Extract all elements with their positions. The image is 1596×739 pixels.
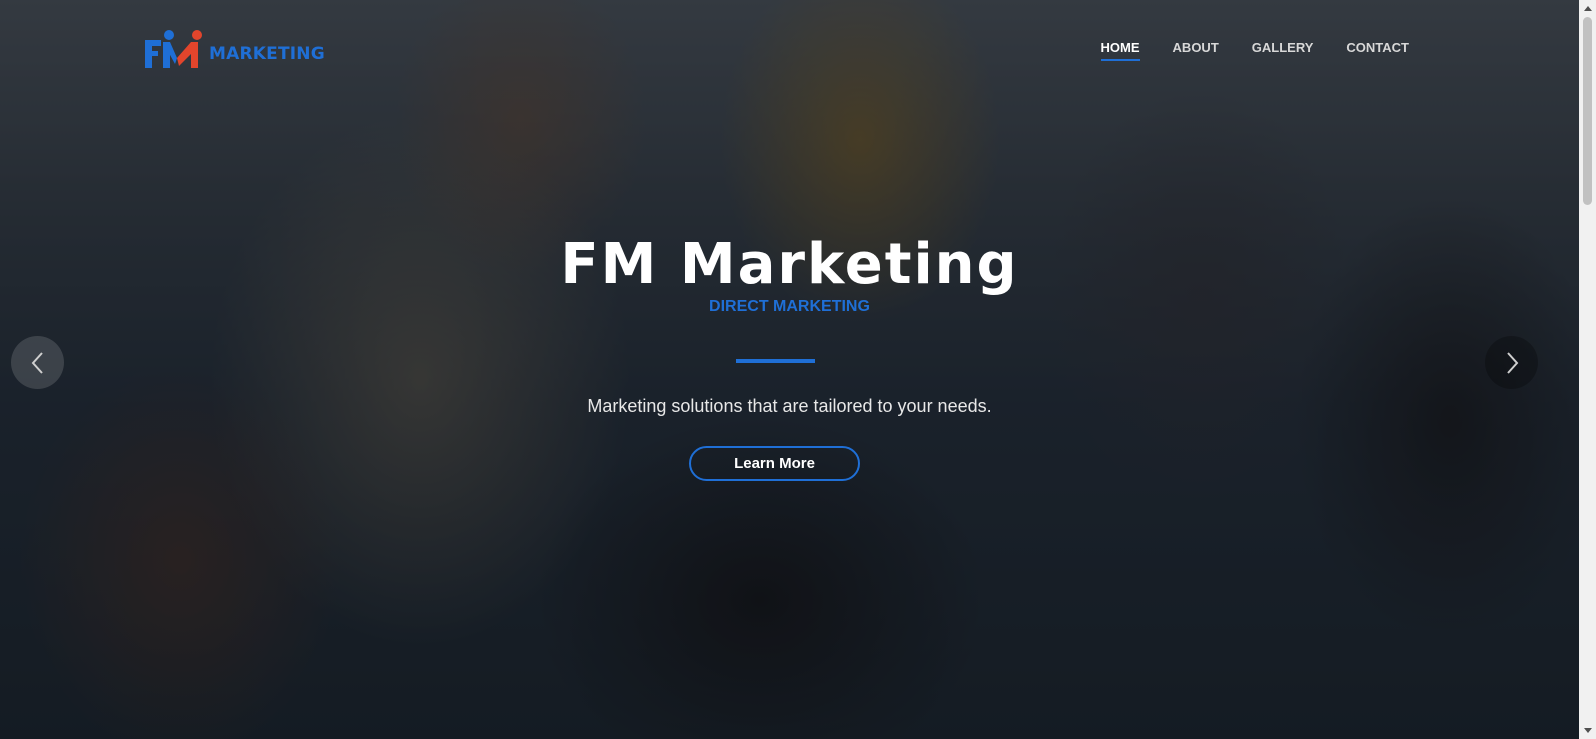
hero-subtitle: DIRECT MARKETING [709, 298, 870, 315]
hero-title: FM Marketing [560, 232, 1019, 297]
carousel-prev-button[interactable] [11, 336, 64, 389]
browser-viewport: MARKETING HOME ABOUT GALLERY CONTACT FM … [0, 0, 1579, 739]
nav-contact[interactable]: CONTACT [1346, 40, 1409, 61]
nav-home[interactable]: HOME [1100, 40, 1140, 61]
logo-text: MARKETING [209, 44, 325, 64]
nav-about[interactable]: ABOUT [1173, 40, 1219, 61]
hero-background-image [0, 0, 1579, 739]
site-logo[interactable]: MARKETING [145, 28, 325, 68]
chevron-right-icon [1506, 351, 1518, 374]
fm-logo-icon [145, 30, 202, 68]
main-nav: HOME ABOUT GALLERY CONTACT [1100, 40, 1409, 61]
learn-more-button[interactable]: Learn More [689, 446, 860, 481]
scrollbar-thumb[interactable] [1583, 17, 1592, 205]
hero-divider [736, 359, 815, 363]
carousel-next-button[interactable] [1485, 336, 1538, 389]
nav-gallery[interactable]: GALLERY [1252, 40, 1314, 61]
scroll-down-arrow-icon[interactable] [1579, 722, 1596, 739]
chevron-left-icon [31, 351, 43, 374]
hero-section: MARKETING HOME ABOUT GALLERY CONTACT FM … [0, 0, 1579, 739]
scroll-up-arrow-icon[interactable] [1579, 0, 1596, 17]
hero-tagline: Marketing solutions that are tailored to… [587, 396, 992, 416]
page-scrollbar[interactable] [1579, 0, 1596, 739]
